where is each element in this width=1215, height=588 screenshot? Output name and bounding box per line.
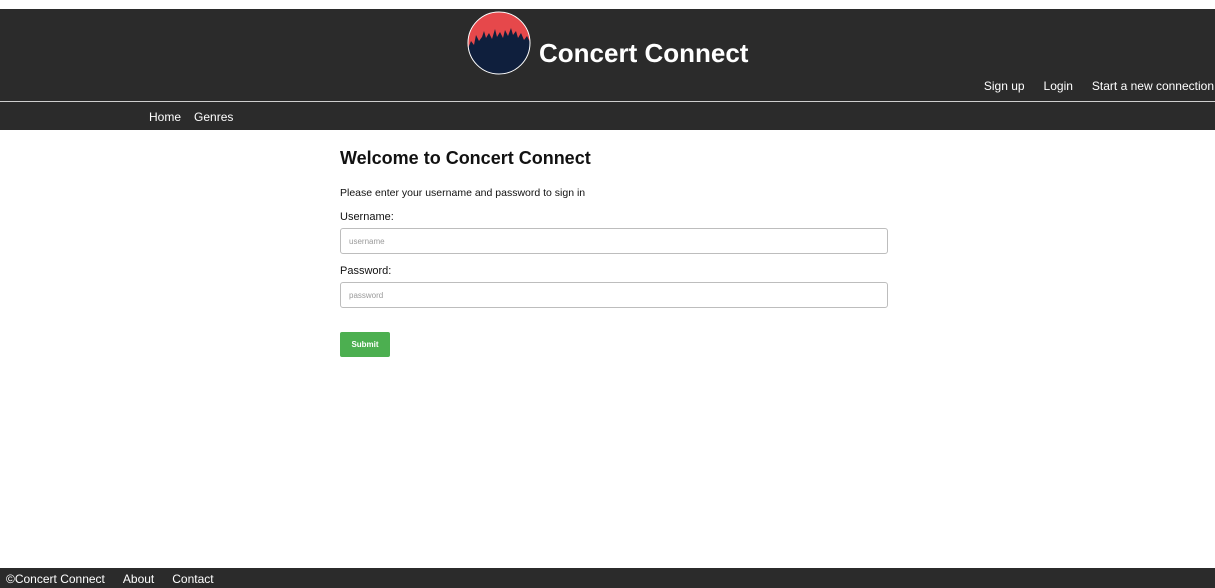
account-links: Sign up Login Start a new connection <box>965 79 1214 93</box>
site-title: Concert Connect <box>539 37 749 68</box>
footer-contact-link[interactable]: Contact <box>172 572 213 586</box>
login-link[interactable]: Login <box>1044 79 1073 93</box>
username-label: Username: <box>340 211 394 223</box>
page: Concert Connect Sign up Login Start a ne… <box>0 0 1215 588</box>
nav-home-link[interactable]: Home <box>149 110 181 124</box>
sign-up-link[interactable]: Sign up <box>984 79 1025 93</box>
footer-about-link[interactable]: About <box>123 572 154 586</box>
nav-genres-link[interactable]: Genres <box>194 110 233 124</box>
site-footer: ©Concert Connect About Contact <box>0 568 1215 588</box>
site-header: Concert Connect Sign up Login Start a ne… <box>0 9 1215 101</box>
footer-copyright: ©Concert Connect <box>6 572 105 586</box>
instructions-text: Please enter your username and password … <box>340 187 586 199</box>
main-nav: Home Genres <box>0 101 1215 130</box>
password-input[interactable] <box>340 282 888 308</box>
username-input[interactable] <box>340 228 888 254</box>
brand-home-link[interactable]: Concert Connect <box>467 10 748 76</box>
password-label: Password: <box>340 265 392 277</box>
start-new-connection-link[interactable]: Start a new connection <box>1092 79 1214 93</box>
page-title: Welcome to Concert Connect <box>340 148 591 168</box>
crowd-logo-icon <box>467 11 531 75</box>
submit-button[interactable]: Submit <box>340 332 390 357</box>
